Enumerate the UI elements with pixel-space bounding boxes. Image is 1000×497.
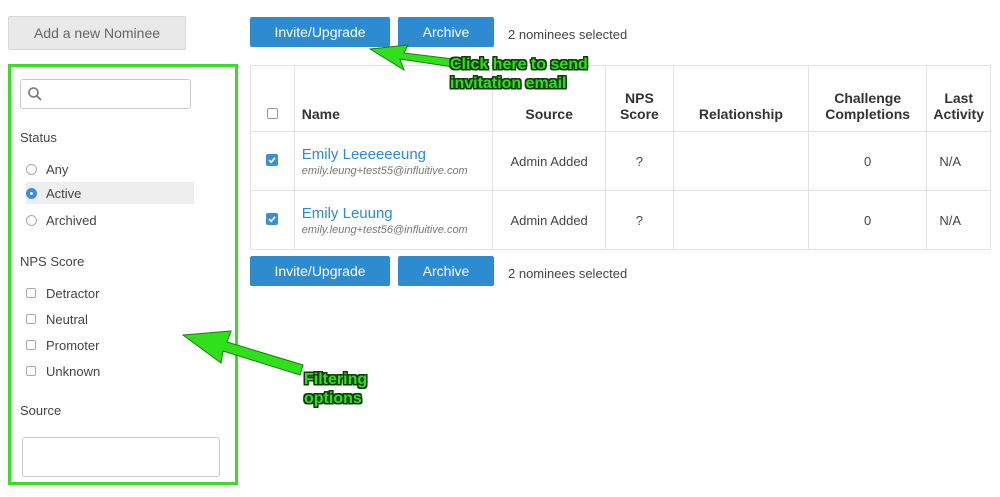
challenge-completions-header[interactable]: Challenge Completions	[807, 65, 928, 132]
header-text: Source	[525, 106, 573, 122]
nominee-name-link[interactable]: Emily Leuung	[302, 205, 492, 222]
source-input[interactable]	[22, 437, 220, 477]
annotation-arrow-icon	[181, 330, 304, 376]
filter-sidebar: Status Any Active Archived NPS Score Det…	[8, 64, 238, 485]
source-label: Source	[20, 403, 62, 418]
nps-cell: ?	[604, 131, 674, 191]
last-activity-header[interactable]: Last Activity	[926, 65, 991, 132]
radio-unchecked[interactable]	[26, 214, 37, 226]
table-row: Emily Leeeeeeung emily.leung+test55@infl…	[250, 131, 991, 191]
checkbox[interactable]	[26, 314, 36, 324]
option-label: Promoter	[46, 337, 100, 353]
nps-option-promoter[interactable]: Promoter	[26, 334, 99, 356]
nps-cell: ?	[604, 190, 674, 250]
name-cell: Emily Leuung emily.leung+test56@influiti…	[293, 190, 494, 250]
row-checkbox[interactable]	[266, 154, 279, 166]
option-label: Any	[46, 161, 69, 177]
relationship-cell	[672, 190, 809, 250]
header-text: Relationship	[698, 106, 783, 122]
nps-score-header[interactable]: NPS Score	[604, 65, 674, 132]
invite-upgrade-button-bottom[interactable]: Invite/Upgrade	[250, 256, 390, 286]
source-cell: Admin Added	[492, 190, 606, 250]
header-text: Name	[301, 106, 340, 122]
status-label: Status	[20, 130, 57, 145]
nps-option-unknown[interactable]: Unknown	[26, 360, 100, 382]
nominee-table: Name Source NPS Score Relationship Challe…	[250, 65, 991, 250]
header-text: Completions	[825, 106, 911, 122]
nps-option-detractor[interactable]: Detractor	[26, 282, 99, 304]
archive-button-bottom[interactable]: Archive	[398, 256, 494, 286]
select-all-cell	[250, 65, 295, 132]
check-icon	[268, 216, 276, 223]
source-cell: Admin Added	[492, 131, 606, 191]
add-nominee-button[interactable]: Add a new Nominee	[8, 16, 186, 50]
filter-annotation: Filtering options	[304, 371, 368, 407]
checkbox[interactable]	[26, 288, 36, 298]
last-activity-cell: N/A	[926, 190, 991, 250]
invite-annotation: Click here to send invitation email	[450, 56, 588, 92]
option-label: Neutral	[46, 311, 88, 327]
option-label: Active	[46, 185, 82, 201]
search-icon	[28, 87, 42, 101]
name-cell: Emily Leeeeeeung emily.leung+test55@infl…	[293, 131, 494, 191]
status-option-any[interactable]: Any	[26, 158, 68, 180]
row-checkbox[interactable]	[266, 213, 279, 225]
row-select-cell	[250, 190, 295, 250]
selection-count: 2 nominees selected	[508, 27, 628, 42]
option-label: Detractor	[46, 285, 100, 301]
header-text: Score	[619, 106, 659, 122]
status-option-archived[interactable]: Archived	[26, 209, 97, 231]
checkbox[interactable]	[26, 366, 36, 376]
select-all-checkbox[interactable]	[266, 108, 278, 119]
radio-checked[interactable]	[26, 187, 37, 199]
header-text: Activity	[933, 106, 984, 122]
option-label: Unknown	[46, 363, 101, 379]
search-input[interactable]	[20, 79, 191, 109]
header-text: Challenge	[834, 90, 902, 106]
status-option-active[interactable]: Active	[26, 182, 194, 204]
nominee-email: emily.leung+test56@influitive.com	[301, 223, 468, 236]
header-text: NPS	[625, 90, 654, 106]
nps-option-neutral[interactable]: Neutral	[26, 308, 88, 330]
option-label: Archived	[46, 212, 97, 228]
selection-count-bottom: 2 nominees selected	[508, 266, 628, 281]
radio-unchecked[interactable]	[26, 163, 37, 175]
table-row: Emily Leuung emily.leung+test56@influiti…	[250, 190, 991, 250]
nps-score-label: NPS Score	[20, 254, 85, 269]
row-select-cell	[250, 131, 295, 191]
nominee-email: emily.leung+test55@influitive.com	[301, 164, 468, 177]
header-text: Last	[944, 90, 974, 106]
last-activity-cell: N/A	[926, 131, 991, 191]
challenges-cell: 0	[807, 190, 928, 250]
checkbox[interactable]	[26, 340, 36, 350]
check-icon	[268, 157, 276, 164]
relationship-cell	[672, 131, 809, 191]
relationship-header[interactable]: Relationship	[672, 65, 809, 132]
challenges-cell: 0	[807, 131, 928, 191]
nominee-name-link[interactable]: Emily Leeeeeeung	[302, 146, 492, 163]
